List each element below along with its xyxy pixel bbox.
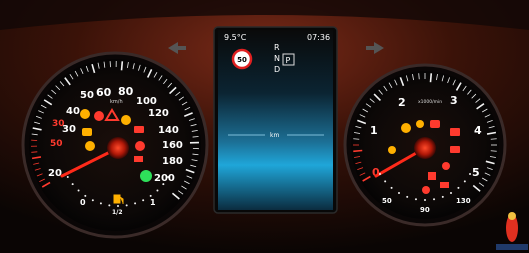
fuel-label-empty: 0 — [80, 198, 86, 207]
coolant-thermometer-icon — [422, 186, 430, 194]
gauge-dot — [433, 198, 436, 201]
tacho-abs-icon — [416, 120, 424, 128]
esp-warning-icon — [82, 128, 92, 136]
engine-check-icon — [134, 126, 144, 133]
speed-label-50: 50 — [80, 90, 94, 101]
gauge-dot — [156, 189, 159, 192]
tire-pressure-icon — [121, 115, 131, 125]
gauge-dot — [84, 194, 87, 197]
gauge-dot — [378, 173, 381, 175]
gauge-dot — [414, 198, 417, 201]
outside-temperature: 9.5°C — [224, 33, 247, 42]
tachometer: 1 2 3 4 5 x1000/min 0 50 90 130 — [343, 63, 507, 227]
tick-mark — [353, 138, 360, 140]
tick-mark — [120, 61, 124, 71]
gauge-dot — [117, 205, 119, 207]
gauge-dot — [463, 180, 466, 183]
gauge-dot — [149, 194, 152, 197]
speed-label-180: 180 — [162, 156, 183, 167]
red-scale-mark-left-2: 50 — [50, 139, 63, 149]
gauge-dot — [424, 199, 426, 201]
odometer-unit: km — [270, 132, 279, 139]
rpm-unit-label: x1000/min — [418, 99, 442, 105]
gauge-dot — [77, 189, 80, 192]
speed-label-160: 160 — [162, 140, 183, 151]
rpm-label-3: 3 — [450, 94, 458, 107]
gauge-dot — [457, 186, 460, 189]
gauge-dot — [450, 192, 452, 195]
instrument-cluster: 20 30 40 50 60 80 100 120 140 160 180 20… — [0, 0, 529, 253]
rpm-needle-hub — [414, 137, 436, 159]
tick-mark — [490, 150, 497, 152]
tacho-eco-icon — [442, 162, 450, 170]
battery-warning-icon — [134, 156, 143, 162]
gauge-dot — [469, 173, 472, 175]
gauge-dot — [134, 202, 137, 205]
airbag-warning-icon — [80, 109, 90, 119]
gauge-dot — [441, 195, 444, 198]
gauge-dot — [125, 204, 128, 207]
speed-label-200: 200 — [154, 173, 175, 184]
tacho-coolant-icon — [388, 146, 396, 154]
tacho-oil-icon — [450, 146, 460, 153]
speed-label-140: 140 — [158, 125, 179, 136]
gauge-dot — [384, 180, 387, 183]
speed-limit-value: 50 — [237, 56, 247, 64]
tick-mark — [490, 138, 497, 140]
glow-plug-icon — [135, 141, 145, 151]
rpm-label-2: 2 — [398, 96, 406, 109]
gear-n: N — [274, 54, 280, 63]
speed-label-40: 40 — [66, 106, 80, 117]
seatbelt-warning-icon — [94, 111, 104, 121]
speed-unit-label: km/h — [110, 99, 123, 105]
gauge-dot — [108, 204, 111, 207]
speed-needle-hub — [107, 137, 129, 159]
speed-label-120: 120 — [148, 108, 169, 119]
fuel-label-half: 1/2 — [112, 209, 123, 216]
temp-label-90: 90 — [420, 206, 430, 214]
gauge-dot — [66, 176, 69, 178]
tick-mark — [429, 73, 433, 83]
temp-label-130: 130 — [456, 197, 471, 205]
speed-label-60: 60 — [96, 86, 112, 99]
rpm-label-5: 5 — [472, 166, 480, 179]
gauge-dot — [91, 199, 94, 202]
gauge-dot — [142, 199, 145, 202]
headlight-indicator-icon — [140, 170, 152, 182]
gauge-dot — [71, 183, 74, 186]
tacho-door-open-icon — [428, 172, 436, 180]
brake-warning-icon — [85, 141, 95, 151]
rpm-label-4: 4 — [474, 124, 482, 137]
tacho-battery-icon — [440, 182, 449, 188]
red-scale-mark-left-1: 30 — [52, 119, 65, 129]
gear-selected: P — [286, 56, 291, 65]
tacho-engine-icon — [450, 128, 460, 136]
speed-label-100: 100 — [136, 96, 157, 107]
gauge-dot — [99, 202, 102, 205]
gauge-dot — [167, 176, 170, 178]
speedometer: 20 30 40 50 60 80 100 120 140 160 180 20… — [21, 51, 209, 239]
tick-mark — [353, 149, 363, 153]
gauge-dot — [390, 186, 393, 189]
tick-mark — [418, 73, 420, 80]
gauge-dot — [398, 192, 400, 195]
speed-label-20: 20 — [48, 168, 62, 179]
center-display: 9.5°C 07:36 50 R N D P km — [213, 26, 338, 214]
temp-label-50: 50 — [382, 197, 392, 205]
clock: 07:36 — [307, 33, 330, 42]
gear-d: D — [274, 65, 280, 74]
rpm-label-1: 1 — [370, 124, 378, 137]
gauge-dot — [162, 183, 165, 186]
speed-label-80: 80 — [118, 85, 134, 98]
gauge-dot — [406, 195, 409, 198]
tacho-parking-brake-icon — [430, 120, 440, 128]
tick-mark — [31, 151, 38, 153]
gear-r: R — [274, 43, 280, 52]
fuel-label-full: 1 — [150, 198, 156, 207]
tacho-airbag-icon — [401, 123, 411, 133]
